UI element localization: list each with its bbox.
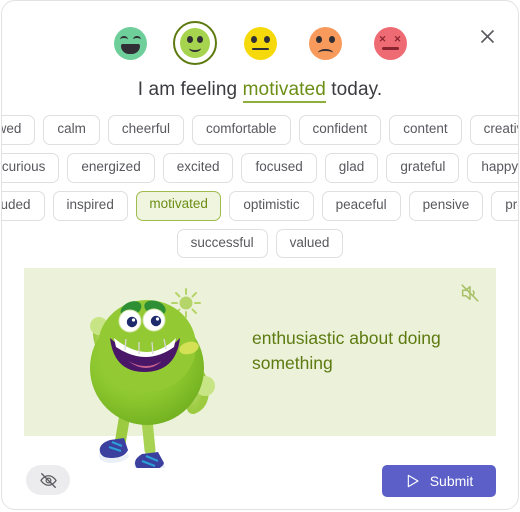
green-monster-illustration	[90, 288, 215, 469]
close-button[interactable]	[474, 23, 500, 49]
chip-optimistic[interactable]: optimistic	[229, 190, 314, 221]
mood-option-sad[interactable]	[303, 21, 347, 65]
mood-scale: ✕ ✕	[2, 1, 518, 65]
chip-happy[interactable]: happy	[467, 152, 518, 183]
chip-excited[interactable]: excited	[162, 152, 234, 183]
chip-motivated[interactable]: motivated	[135, 190, 222, 221]
chip-proud[interactable]: proud	[491, 190, 518, 221]
chip-content[interactable]: content	[389, 115, 462, 145]
sentence-prompt: I am feeling motivated today.	[2, 79, 518, 103]
speaker-muted-icon	[461, 284, 479, 302]
chip-energized[interactable]: energized	[67, 152, 155, 183]
chip-calm[interactable]: calm	[43, 115, 100, 145]
chip-creative[interactable]: creative	[469, 115, 518, 145]
definition-card-wrapper: enthusiastic about doing something	[24, 268, 496, 469]
mood-option-happy[interactable]	[173, 21, 217, 65]
definition-card: enthusiastic about doing something	[24, 268, 496, 469]
mood-option-neutral[interactable]	[238, 21, 282, 65]
chip-glad[interactable]: glad	[324, 152, 379, 183]
sparkle-sun-icon	[171, 288, 201, 319]
chip-included[interactable]: included	[2, 190, 45, 221]
confounded-face-icon: ✕ ✕	[373, 26, 407, 60]
chip-pensive[interactable]: pensive	[408, 190, 484, 221]
frowning-face-icon	[308, 26, 342, 60]
chip-successful[interactable]: successful	[176, 228, 268, 259]
submit-button[interactable]: Submit	[382, 465, 496, 497]
dialog-footer: Submit	[2, 451, 518, 509]
mute-audio-button[interactable]	[459, 282, 483, 306]
mood-option-very-happy[interactable]	[108, 21, 152, 65]
neutral-face-icon	[243, 26, 277, 60]
chip-peaceful[interactable]: peaceful	[321, 190, 401, 221]
chip-grateful[interactable]: grateful	[386, 152, 460, 183]
chip-cheerful[interactable]: cheerful	[107, 115, 184, 145]
hide-answer-button[interactable]	[26, 465, 70, 495]
close-icon	[480, 29, 494, 43]
send-triangle-icon	[407, 474, 419, 488]
chip-row: successful valued	[28, 228, 492, 259]
chip-curious[interactable]: curious	[2, 152, 60, 183]
definition-text: enthusiastic about doing something	[252, 328, 441, 374]
feeling-chip-list: awed calm cheerful comfortable confident…	[2, 115, 518, 259]
chip-inspired[interactable]: inspired	[52, 190, 128, 221]
mood-option-angry[interactable]: ✕ ✕	[368, 21, 412, 65]
eye-slash-icon	[39, 472, 57, 488]
smiling-face-icon	[180, 28, 210, 58]
chip-valued[interactable]: valued	[275, 228, 344, 259]
chip-awed[interactable]: awed	[2, 115, 36, 145]
grinning-face-icon	[113, 26, 147, 60]
sentence-prefix: I am feeling	[137, 79, 243, 100]
chip-row: curious energized excited focused glad g…	[2, 152, 518, 183]
sentence-suffix: today.	[325, 79, 383, 100]
chip-row: included inspired motivated optimistic p…	[2, 190, 518, 221]
chip-row: awed calm cheerful comfortable confident…	[2, 115, 518, 145]
feelings-dialog: ✕✕ I am feeling motivated today. awed ca…	[1, 0, 519, 510]
chip-focused[interactable]: focused	[241, 152, 317, 183]
chip-confident[interactable]: confident	[298, 115, 382, 145]
submit-label: Submit	[429, 473, 474, 489]
sentence-blank: motivated	[242, 79, 326, 103]
chip-comfortable[interactable]: comfortable	[191, 115, 291, 145]
